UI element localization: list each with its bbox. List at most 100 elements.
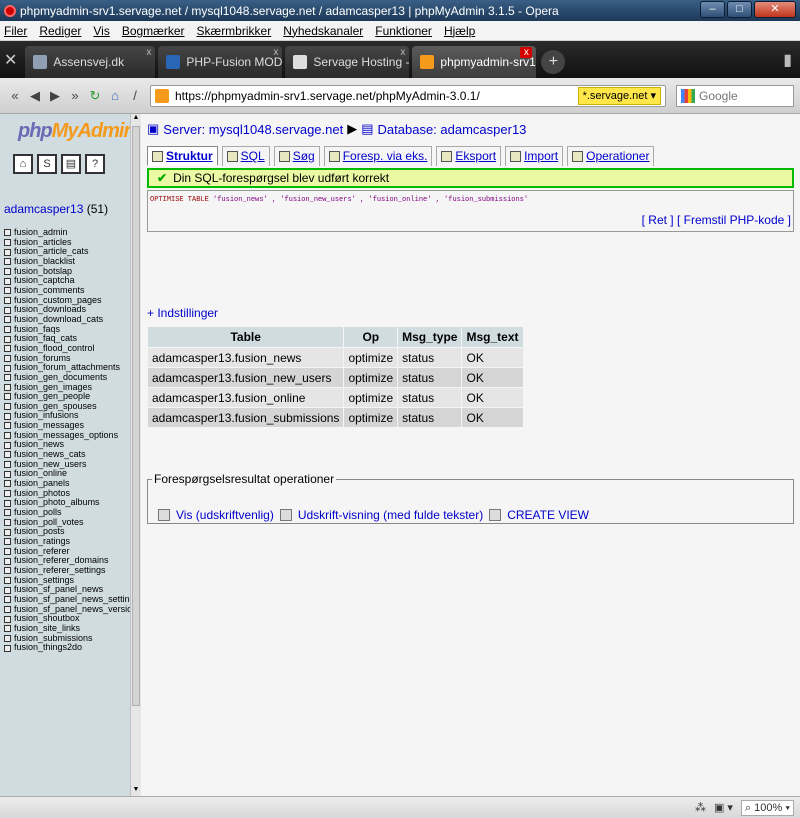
menu-help[interactable]: Hjælp bbox=[444, 24, 475, 38]
docs-icon[interactable]: ? bbox=[85, 154, 105, 174]
table-icon[interactable] bbox=[4, 277, 11, 285]
scroll-up-icon[interactable]: ▲ bbox=[131, 114, 141, 124]
table-icon[interactable] bbox=[4, 306, 11, 314]
table-icon[interactable] bbox=[4, 634, 11, 642]
table-icon[interactable] bbox=[4, 557, 11, 565]
tab-php-fusion[interactable]: PHP-Fusion MODs & I... x bbox=[158, 46, 283, 78]
table-icon[interactable] bbox=[4, 576, 11, 584]
sidebar-scrollbar[interactable]: ▲ ▼ bbox=[130, 114, 141, 796]
menu-edit[interactable]: Rediger bbox=[39, 24, 81, 38]
table-icon[interactable] bbox=[4, 547, 11, 555]
column-header[interactable]: Msg_type bbox=[398, 327, 462, 347]
turbo-icon[interactable]: ⁂ bbox=[695, 801, 706, 814]
table-icon[interactable] bbox=[4, 480, 11, 488]
tab-query[interactable]: Foresp. via eks. bbox=[323, 146, 433, 166]
table-icon[interactable] bbox=[4, 354, 11, 362]
table-icon[interactable] bbox=[4, 345, 11, 353]
scroll-down-icon[interactable]: ▼ bbox=[131, 786, 141, 796]
trash-icon[interactable]: ▮ bbox=[783, 50, 792, 70]
new-tab-button[interactable]: + bbox=[541, 50, 566, 74]
minimize-button[interactable]: – bbox=[700, 1, 725, 18]
rewind-icon[interactable]: « bbox=[6, 88, 24, 103]
tab-phpmyadmin[interactable]: phpmyadmin-srv1.ser... x bbox=[412, 46, 537, 78]
tab-close-icon[interactable]: x bbox=[273, 47, 278, 58]
edit-query-link[interactable]: [ Ret ] bbox=[642, 213, 674, 227]
table-icon[interactable] bbox=[4, 229, 11, 237]
table-row[interactable]: adamcasper13.fusion_submissions optimize… bbox=[148, 408, 523, 427]
fast-forward-icon[interactable]: » bbox=[66, 88, 84, 103]
table-name[interactable]: fusion_things2do bbox=[14, 643, 82, 653]
column-header[interactable]: Op bbox=[344, 327, 398, 347]
table-icon[interactable] bbox=[4, 461, 11, 469]
table-icon[interactable] bbox=[4, 325, 11, 333]
tab-import[interactable]: Import bbox=[505, 146, 564, 166]
table-icon[interactable] bbox=[4, 393, 11, 401]
tab-close-icon[interactable]: x bbox=[400, 47, 405, 58]
print-view-link[interactable]: Vis (udskriftvenlig) bbox=[176, 508, 274, 522]
table-icon[interactable] bbox=[4, 538, 11, 546]
table-icon[interactable] bbox=[4, 316, 11, 324]
close-button[interactable]: ✕ bbox=[754, 1, 796, 18]
tab-sql[interactable]: SQL bbox=[221, 146, 270, 166]
table-icon[interactable] bbox=[4, 374, 11, 382]
tab-operations[interactable]: Operationer bbox=[567, 146, 655, 166]
tab-close-icon[interactable]: x bbox=[146, 47, 151, 58]
table-icon[interactable] bbox=[4, 296, 11, 304]
table-icon[interactable] bbox=[4, 364, 11, 372]
table-icon[interactable] bbox=[4, 528, 11, 536]
table-icon[interactable] bbox=[4, 441, 11, 449]
sidebar-table-item[interactable]: fusion_things2do bbox=[4, 643, 139, 653]
edit-icon[interactable]: / bbox=[126, 88, 144, 103]
security-badge[interactable]: *.servage.net ▾ bbox=[577, 87, 661, 105]
view-icon[interactable]: ▣ ▾ bbox=[714, 801, 733, 814]
table-icon[interactable] bbox=[4, 238, 11, 246]
table-icon[interactable] bbox=[4, 412, 11, 420]
table-icon[interactable] bbox=[4, 490, 11, 498]
database-crumb-link[interactable]: Database: adamcasper13 bbox=[378, 122, 527, 137]
settings-toggle[interactable]: + Indstillinger bbox=[147, 306, 218, 320]
home-icon[interactable]: ⌂ bbox=[13, 154, 33, 174]
home-icon[interactable]: ⌂ bbox=[106, 88, 124, 103]
menu-feeds[interactable]: Nyhedskanaler bbox=[283, 24, 363, 38]
table-icon[interactable] bbox=[4, 451, 11, 459]
table-row[interactable]: adamcasper13.fusion_online optimize stat… bbox=[148, 388, 523, 407]
table-icon[interactable] bbox=[4, 335, 11, 343]
table-icon[interactable] bbox=[4, 605, 11, 613]
tab-assensvej[interactable]: Assensvej.dk x bbox=[25, 46, 156, 78]
menu-widgets[interactable]: Skærmbrikker bbox=[197, 24, 272, 38]
maximize-button[interactable]: □ bbox=[727, 1, 752, 18]
table-icon[interactable] bbox=[4, 287, 11, 295]
table-icon[interactable] bbox=[4, 499, 11, 507]
tab-search[interactable]: Søg bbox=[273, 146, 320, 166]
zoom-control[interactable]: ⌕ 100% ▾ bbox=[740, 799, 794, 816]
menu-file[interactable]: Filer bbox=[4, 24, 27, 38]
table-icon[interactable] bbox=[4, 422, 11, 430]
menu-tools[interactable]: Funktioner bbox=[375, 24, 432, 38]
reload-icon[interactable]: ↻ bbox=[86, 88, 104, 104]
tab-struktur[interactable]: Struktur bbox=[147, 146, 218, 166]
table-icon[interactable] bbox=[4, 519, 11, 527]
table-row[interactable]: adamcasper13.fusion_new_users optimize s… bbox=[148, 368, 523, 387]
table-icon[interactable] bbox=[4, 248, 11, 256]
table-icon[interactable] bbox=[4, 596, 11, 604]
search-input[interactable]: Google bbox=[676, 85, 794, 107]
tools-icon[interactable]: ✕ bbox=[4, 50, 17, 70]
menu-view[interactable]: Vis bbox=[93, 24, 109, 38]
table-icon[interactable] bbox=[4, 267, 11, 275]
query-window-icon[interactable]: ▤ bbox=[61, 154, 81, 174]
scroll-thumb[interactable] bbox=[132, 126, 140, 706]
back-icon[interactable]: ◀ bbox=[26, 88, 44, 104]
column-header[interactable]: Table bbox=[148, 327, 344, 347]
table-icon[interactable] bbox=[4, 644, 11, 652]
php-code-link[interactable]: [ Fremstil PHP-kode ] bbox=[677, 213, 791, 227]
create-view-link[interactable]: CREATE VIEW bbox=[507, 508, 589, 522]
table-icon[interactable] bbox=[4, 403, 11, 411]
table-icon[interactable] bbox=[4, 567, 11, 575]
menu-bookmarks[interactable]: Bogmærker bbox=[122, 24, 185, 38]
print-full-view-link[interactable]: Udskrift-visning (med fulde tekster) bbox=[298, 508, 483, 522]
tab-export[interactable]: Eksport bbox=[436, 146, 502, 166]
tab-close-icon[interactable]: x bbox=[520, 47, 533, 58]
database-link[interactable]: adamcasper13 (51) bbox=[4, 202, 108, 216]
table-icon[interactable] bbox=[4, 432, 11, 440]
table-icon[interactable] bbox=[4, 625, 11, 633]
